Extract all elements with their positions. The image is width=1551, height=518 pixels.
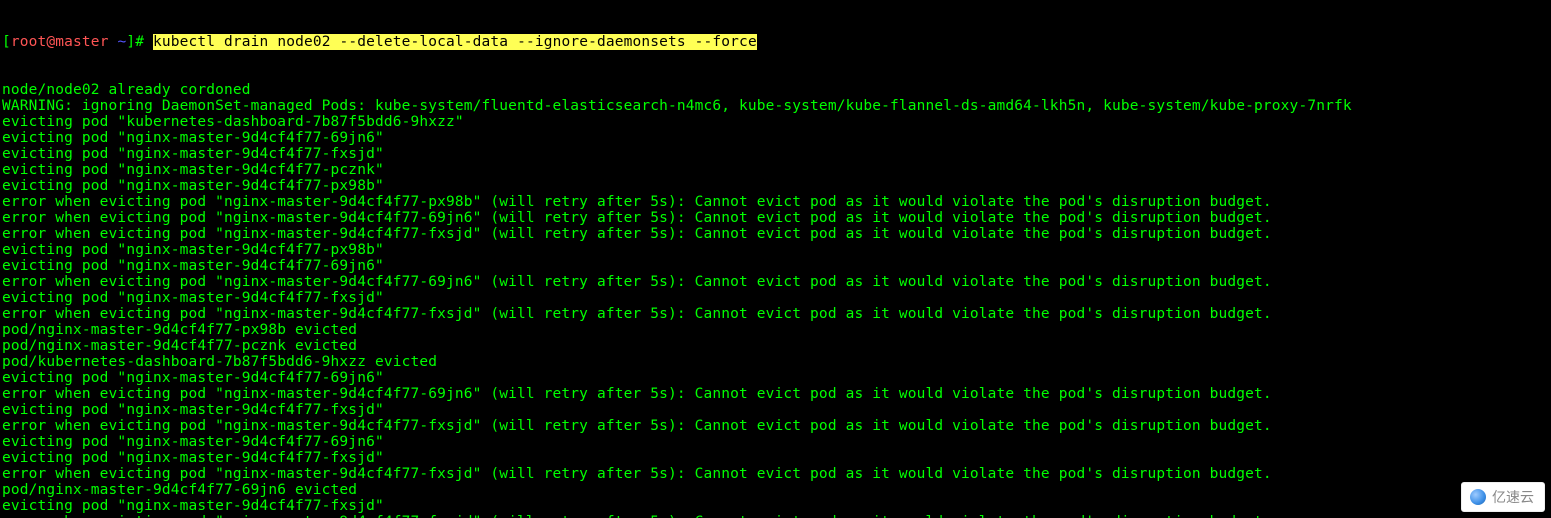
output-line: error when evicting pod "nginx-master-9d… <box>2 194 1549 210</box>
output-line: evicting pod "nginx-master-9d4cf4f77-fxs… <box>2 290 1549 306</box>
prompt-open: [ <box>2 34 11 50</box>
output-line: evicting pod "kubernetes-dashboard-7b87f… <box>2 114 1549 130</box>
command-text: kubectl drain node02 --delete-local-data… <box>153 34 757 50</box>
output-line: pod/kubernetes-dashboard-7b87f5bdd6-9hxz… <box>2 354 1549 370</box>
output-line: error when evicting pod "nginx-master-9d… <box>2 306 1549 322</box>
output-line: evicting pod "nginx-master-9d4cf4f77-fxs… <box>2 450 1549 466</box>
output-line: error when evicting pod "nginx-master-9d… <box>2 274 1549 290</box>
output-line: evicting pod "nginx-master-9d4cf4f77-69j… <box>2 434 1549 450</box>
output-line: pod/nginx-master-9d4cf4f77-px98b evicted <box>2 322 1549 338</box>
output-line: pod/nginx-master-9d4cf4f77-69jn6 evicted <box>2 482 1549 498</box>
terminal[interactable]: [root@master ~]# kubectl drain node02 --… <box>0 0 1551 518</box>
output-line: pod/nginx-master-9d4cf4f77-pcznk evicted <box>2 338 1549 354</box>
output-line: evicting pod "nginx-master-9d4cf4f77-69j… <box>2 130 1549 146</box>
output-line: error when evicting pod "nginx-master-9d… <box>2 226 1549 242</box>
output-line: error when evicting pod "nginx-master-9d… <box>2 466 1549 482</box>
watermark-badge: 亿速云 <box>1461 482 1545 512</box>
terminal-output: node/node02 already cordonedWARNING: ign… <box>2 82 1549 518</box>
prompt-line: [root@master ~]# kubectl drain node02 --… <box>2 34 1549 50</box>
output-line: evicting pod "nginx-master-9d4cf4f77-69j… <box>2 258 1549 274</box>
output-line: evicting pod "nginx-master-9d4cf4f77-69j… <box>2 370 1549 386</box>
output-line: evicting pod "nginx-master-9d4cf4f77-px9… <box>2 242 1549 258</box>
watermark-logo-icon <box>1470 489 1486 505</box>
output-line: WARNING: ignoring DaemonSet-managed Pods… <box>2 98 1549 114</box>
output-line: error when evicting pod "nginx-master-9d… <box>2 514 1549 518</box>
output-line: evicting pod "nginx-master-9d4cf4f77-fxs… <box>2 402 1549 418</box>
output-line: error when evicting pod "nginx-master-9d… <box>2 386 1549 402</box>
prompt-user-host: root@master <box>11 34 109 50</box>
output-line: node/node02 already cordoned <box>2 82 1549 98</box>
output-line: evicting pod "nginx-master-9d4cf4f77-pcz… <box>2 162 1549 178</box>
output-line: evicting pod "nginx-master-9d4cf4f77-fxs… <box>2 146 1549 162</box>
watermark-text: 亿速云 <box>1492 489 1534 505</box>
output-line: evicting pod "nginx-master-9d4cf4f77-fxs… <box>2 498 1549 514</box>
output-line: evicting pod "nginx-master-9d4cf4f77-px9… <box>2 178 1549 194</box>
output-line: error when evicting pod "nginx-master-9d… <box>2 418 1549 434</box>
prompt-close: ]# <box>126 34 153 50</box>
output-line: error when evicting pod "nginx-master-9d… <box>2 210 1549 226</box>
